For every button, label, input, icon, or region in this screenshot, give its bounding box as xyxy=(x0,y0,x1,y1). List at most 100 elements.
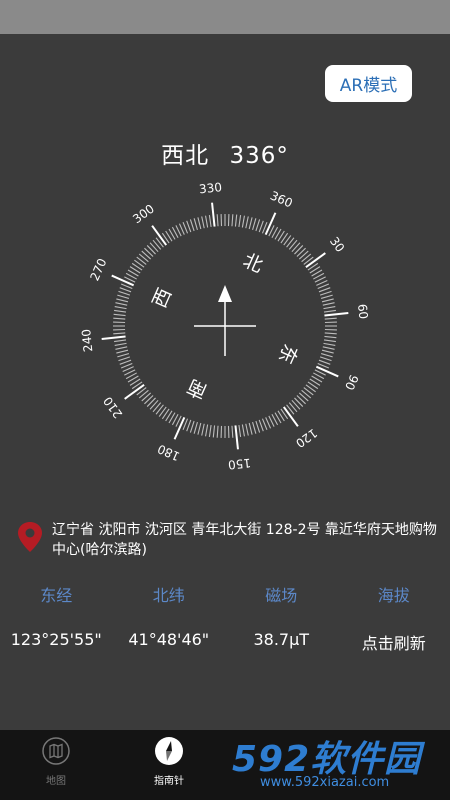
nav-tab-map-label: 地图 xyxy=(46,776,66,787)
nav-tab-compass-label: 指南针 xyxy=(154,776,184,787)
minor-tick xyxy=(238,424,242,437)
major-tick xyxy=(101,335,126,340)
minor-tick xyxy=(118,290,131,296)
longitude-label: 东经 xyxy=(40,586,73,605)
info-labels: 东经 北纬 磁场 海拔 xyxy=(0,582,450,606)
minor-tick xyxy=(116,298,129,303)
minor-tick xyxy=(324,335,337,339)
minor-tick xyxy=(241,215,245,228)
degree-label-150: 150 xyxy=(227,456,251,472)
minor-tick xyxy=(245,423,249,436)
minor-tick xyxy=(114,309,127,313)
minor-tick xyxy=(120,362,133,369)
cardinal-south: 南 xyxy=(184,375,210,403)
minor-tick xyxy=(205,215,209,228)
degree-label-210: 210 xyxy=(101,394,126,421)
minor-tick xyxy=(323,339,336,343)
minor-tick xyxy=(241,424,245,437)
minor-tick xyxy=(319,356,332,362)
cardinal-north: 北 xyxy=(240,250,266,278)
minor-tick xyxy=(114,339,127,343)
minor-tick xyxy=(261,418,268,431)
minor-tick xyxy=(318,287,331,293)
cardinal-west: 西 xyxy=(149,285,177,311)
minor-tick xyxy=(258,220,264,233)
minor-tick xyxy=(197,217,202,230)
major-tick xyxy=(211,202,216,227)
compass-icon xyxy=(155,737,183,765)
minor-tick xyxy=(231,425,234,438)
minor-tick xyxy=(115,302,128,306)
map-icon xyxy=(42,737,70,765)
north-pointer xyxy=(218,285,232,302)
minor-tick xyxy=(117,353,130,358)
minor-tick xyxy=(197,422,202,435)
minor-tick xyxy=(323,306,336,310)
minor-tick xyxy=(186,220,192,233)
minor-tick xyxy=(255,420,261,433)
latitude-value: 41°48'46" xyxy=(128,630,210,649)
nav-tab-compass[interactable]: 指南针 xyxy=(129,736,209,787)
degree-label-120: 120 xyxy=(293,426,320,451)
degree-label-360: 360 xyxy=(268,188,295,210)
minor-tick xyxy=(324,317,337,320)
degree-label-60: 60 xyxy=(355,303,371,320)
magnetic-field-value: 38.7μT xyxy=(253,630,310,649)
altitude-refresh-button[interactable]: 点击刷新 xyxy=(338,630,450,654)
minor-tick xyxy=(113,317,126,320)
minor-tick xyxy=(201,423,205,436)
minor-tick xyxy=(258,419,264,432)
minor-tick xyxy=(205,424,209,437)
compass-dial: 360 30 60 90 120 150 180 210 240 270 300 330 北东南 西 xyxy=(79,180,371,472)
minor-tick xyxy=(186,419,192,432)
info-values: 123°25'55" 41°48'46" 38.7μT 点击刷新 xyxy=(0,630,450,654)
degree-label-90: 90 xyxy=(342,373,361,393)
minor-tick xyxy=(323,342,336,346)
major-tick xyxy=(234,425,239,450)
minor-tick xyxy=(252,421,257,434)
altitude-label: 海拔 xyxy=(377,586,410,605)
minor-tick xyxy=(322,346,335,350)
degree-label-330: 330 xyxy=(198,180,222,196)
compass-screen: AR模式 西北 336° 360 30 60 90 120 150 180 210 240 270… xyxy=(0,34,450,730)
minor-tick xyxy=(234,214,238,227)
watermark: 592软件园 www.592xiazai.com xyxy=(222,730,450,800)
minor-tick xyxy=(252,218,257,231)
longitude-value: 123°25'55" xyxy=(10,630,102,649)
minor-tick xyxy=(216,214,219,227)
minor-tick xyxy=(238,215,242,228)
minor-tick xyxy=(317,283,330,290)
degree-label-180: 180 xyxy=(155,441,182,463)
minor-tick xyxy=(193,218,198,231)
minor-tick xyxy=(201,216,205,229)
minor-tick xyxy=(182,221,189,234)
minor-tick xyxy=(324,332,337,335)
degree-label-30: 30 xyxy=(327,234,347,255)
minor-tick xyxy=(319,290,332,296)
degree-label-240: 240 xyxy=(79,328,95,352)
minor-tick xyxy=(118,356,131,362)
minor-tick xyxy=(248,422,253,435)
minor-tick xyxy=(113,313,126,317)
nav-tab-map[interactable]: 地图 xyxy=(16,736,96,787)
location-address: 辽宁省 沈阳市 沈河区 青年北大街 128-2号 靠近华府天地购物中心(哈尔滨路… xyxy=(52,522,437,558)
minor-tick xyxy=(320,294,333,299)
minor-tick xyxy=(216,425,219,438)
minor-tick xyxy=(114,342,127,346)
magnetic-field-label: 磁场 xyxy=(265,586,298,605)
watermark-url: www.592xiazai.com xyxy=(260,775,390,790)
minor-tick xyxy=(321,298,334,303)
minor-tick xyxy=(255,219,261,232)
minor-tick xyxy=(115,346,128,350)
cardinal-east: 东 xyxy=(274,341,302,367)
minor-tick xyxy=(119,287,132,293)
minor-tick xyxy=(318,359,331,365)
minor-tick xyxy=(320,353,333,358)
minor-tick xyxy=(119,359,132,365)
minor-tick xyxy=(113,332,126,335)
major-tick xyxy=(324,312,349,317)
degree-label-270: 270 xyxy=(87,256,109,283)
status-bar xyxy=(0,0,450,34)
location-info: 辽宁省 沈阳市 沈河区 青年北大街 128-2号 靠近华府天地购物中心(哈尔滨路… xyxy=(18,520,438,564)
minor-tick xyxy=(189,219,195,232)
